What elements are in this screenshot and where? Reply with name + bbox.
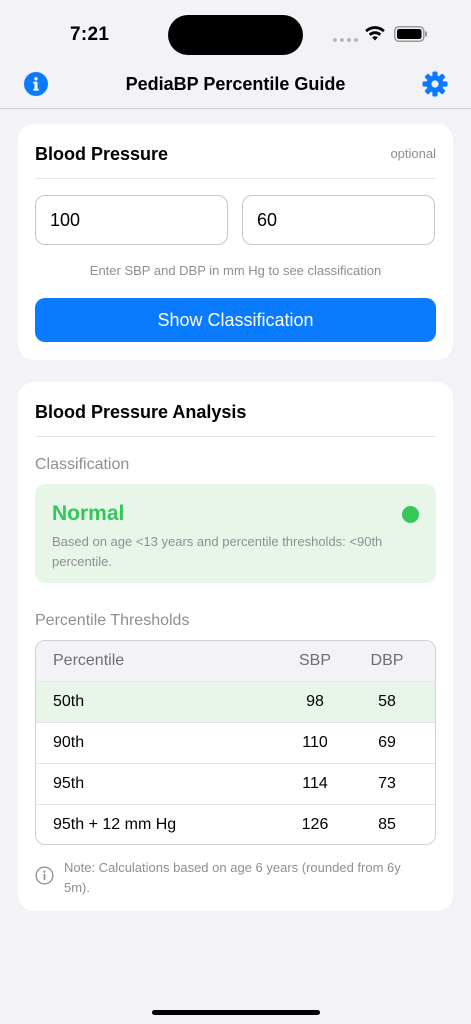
row-sbp: 98 bbox=[306, 693, 324, 710]
row-percentile: 90th bbox=[53, 734, 85, 751]
dynamic-island bbox=[168, 15, 303, 55]
cellular-signal-icon bbox=[333, 38, 358, 42]
dbp-input[interactable] bbox=[242, 195, 435, 245]
row-dbp: 69 bbox=[378, 734, 396, 751]
status-time: 7:21 bbox=[70, 24, 110, 45]
info-circle-icon bbox=[35, 866, 54, 885]
header-percentile: Percentile bbox=[53, 652, 125, 669]
percentile-thresholds-label: Percentile Thresholds bbox=[35, 612, 190, 629]
divider bbox=[35, 436, 436, 437]
home-indicator bbox=[152, 1010, 320, 1015]
note-text: Note: Calculations based on age 6 years … bbox=[64, 860, 401, 895]
status-bar: 7:21 bbox=[0, 0, 471, 66]
analysis-title: Blood Pressure Analysis bbox=[35, 402, 247, 422]
optional-label: optional bbox=[390, 146, 436, 161]
row-dbp: 58 bbox=[378, 693, 396, 710]
wifi-icon bbox=[365, 26, 385, 41]
row-dbp: 73 bbox=[378, 775, 396, 792]
table-row: 95th 114 73 bbox=[36, 764, 435, 805]
status-indicator-dot bbox=[402, 506, 419, 523]
row-percentile: 95th + 12 mm Hg bbox=[53, 816, 177, 833]
blood-pressure-analysis-card: Blood Pressure Analysis Classification N… bbox=[18, 382, 453, 911]
blood-pressure-title: Blood Pressure bbox=[35, 144, 169, 164]
app-screen: 7:21 PediaBP Percentile Guide Blood Pres… bbox=[0, 0, 471, 1024]
header-dbp: DBP bbox=[370, 652, 404, 669]
row-percentile: 50th bbox=[53, 693, 85, 710]
percentile-table: Percentile SBP DBP 50th 98 58 90th 110 6… bbox=[35, 640, 436, 845]
row-sbp: 110 bbox=[302, 734, 328, 751]
battery-icon bbox=[394, 26, 427, 42]
gear-icon[interactable] bbox=[422, 71, 448, 97]
classification-description: Based on age <13 years and percentile th… bbox=[52, 534, 383, 569]
table-row: 95th + 12 mm Hg 126 85 bbox=[36, 805, 435, 844]
row-percentile: 95th bbox=[53, 775, 85, 792]
blood-pressure-card: Blood Pressure optional Enter SBP and DB… bbox=[18, 124, 453, 360]
page-title: PediaBP Percentile Guide bbox=[125, 74, 346, 94]
classification-result-box: Normal Based on age <13 years and percen… bbox=[35, 484, 436, 583]
table-header-row: Percentile SBP DBP bbox=[36, 641, 435, 682]
input-hint: Enter SBP and DBP in mm Hg to see classi… bbox=[89, 263, 382, 278]
row-dbp: 85 bbox=[378, 816, 396, 833]
classification-label: Classification bbox=[35, 456, 130, 473]
show-classification-button[interactable]: Show Classification bbox=[35, 298, 436, 342]
header-sbp: SBP bbox=[298, 652, 331, 669]
divider bbox=[35, 178, 436, 179]
classification-status: Normal bbox=[52, 502, 125, 525]
table-row: 50th 98 58 bbox=[36, 682, 435, 723]
row-sbp: 114 bbox=[302, 775, 328, 792]
table-row: 90th 110 69 bbox=[36, 723, 435, 764]
navigation-bar: PediaBP Percentile Guide bbox=[0, 66, 471, 109]
row-sbp: 126 bbox=[301, 816, 329, 833]
sbp-input[interactable] bbox=[35, 195, 228, 245]
